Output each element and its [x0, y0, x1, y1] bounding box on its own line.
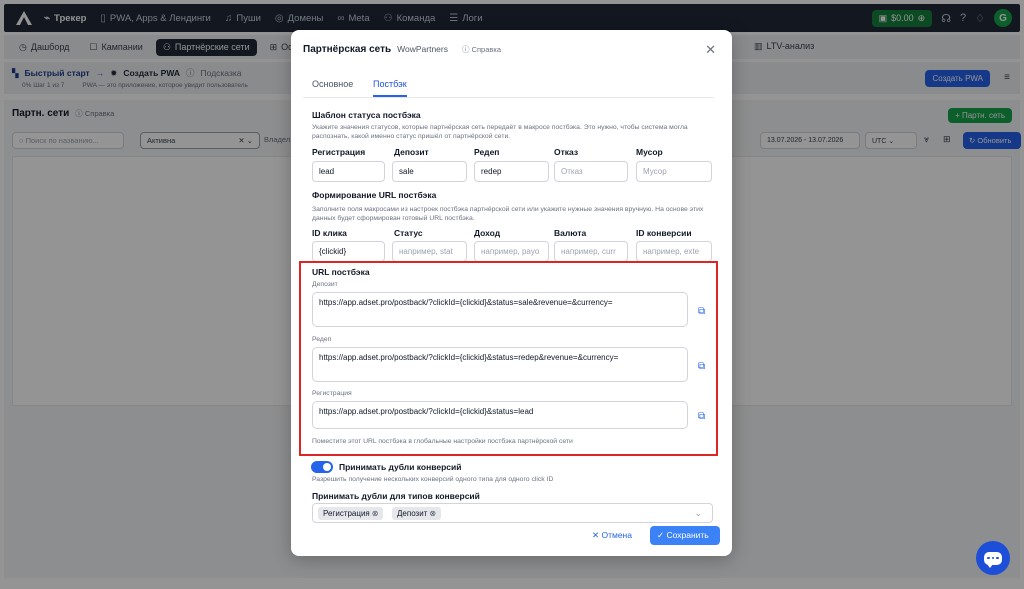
status-deposit-input[interactable]: sale [392, 161, 467, 182]
status-template-title: Шаблон статуса постбэка [312, 110, 421, 120]
close-icon[interactable]: ✕ [705, 42, 716, 58]
chat-support-button[interactable] [976, 541, 1010, 575]
status-trash-input[interactable]: Мусор [636, 161, 712, 182]
label-status: Статус [394, 228, 423, 238]
status-macro-input[interactable]: например, stat [392, 241, 467, 262]
status-template-desc: Укажите значения статусов, которые партн… [312, 124, 688, 140]
accept-duplicates-label: Принимать дубли конверсий [339, 462, 462, 472]
status-redep-input[interactable]: redep [474, 161, 549, 182]
tab-postback[interactable]: Постбэк [373, 79, 407, 97]
label-revenue: Доход [474, 228, 501, 238]
label-click-id: ID клика [312, 228, 347, 238]
url-build-desc: Заполните поля макросами из настроек пос… [312, 206, 704, 222]
label-currency: Валюта [554, 228, 587, 238]
modal-title: Партнёрская сеть [303, 44, 392, 55]
cancel-button[interactable]: ✕ Отмена [592, 530, 632, 541]
chat-icon [984, 551, 1002, 568]
remove-chip-icon[interactable]: ⊗ [429, 509, 436, 518]
postback-url-highlight [299, 261, 718, 456]
modal-help-link[interactable]: ⓘ Справка [462, 44, 501, 55]
status-registration-input[interactable]: lead [312, 161, 385, 182]
tab-main[interactable]: Основное [312, 79, 353, 89]
duplicate-types-title: Принимать дубли для типов конверсий [312, 491, 480, 501]
chip-registration[interactable]: Регистрация ⊗ [318, 507, 384, 520]
check-icon: ✓ [657, 530, 665, 540]
accept-duplicates-toggle[interactable] [311, 461, 333, 473]
label-trash: Мусор [636, 147, 663, 157]
url-build-title: Формирование URL постбэка [312, 190, 437, 200]
label-registration: Регистрация [312, 147, 366, 157]
conversion-id-macro-input[interactable]: например, exte [636, 241, 712, 262]
modal-tabs: Основное Постбэк [303, 76, 714, 98]
remove-chip-icon[interactable]: ⊗ [372, 509, 379, 518]
revenue-macro-input[interactable]: например, payo [474, 241, 549, 262]
chip-deposit[interactable]: Депозит ⊗ [392, 507, 442, 520]
label-reject: Отказ [554, 147, 579, 157]
partner-name: WowPartners [397, 44, 448, 54]
status-reject-input[interactable]: Отказ [554, 161, 628, 182]
label-deposit: Депозит [394, 147, 429, 157]
label-conversion-id: ID конверсии [636, 228, 692, 238]
duplicate-types-select[interactable]: Регистрация ⊗ Депозит ⊗ ⌄ [312, 503, 713, 523]
click-id-input[interactable]: {clickid} [312, 241, 385, 262]
label-redep: Редеп [474, 147, 500, 157]
currency-macro-input[interactable]: например, curr [554, 241, 628, 262]
save-button[interactable]: ✓ Сохранить [650, 526, 720, 545]
accept-duplicates-desc: Разрешить получение нескольких конверсий… [312, 476, 554, 483]
chevron-down-icon: ⌄ [694, 508, 702, 518]
